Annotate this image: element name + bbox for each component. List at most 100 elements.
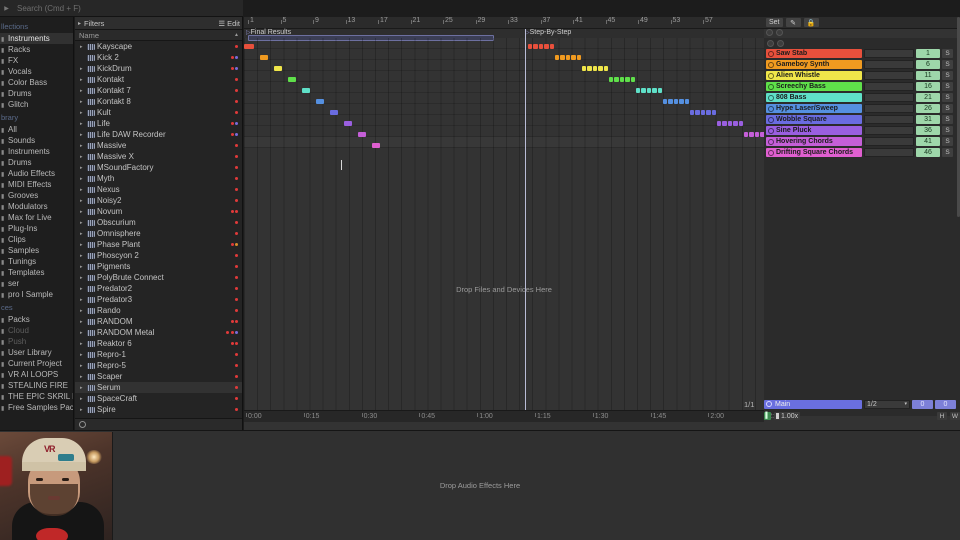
midi-clip[interactable] <box>701 110 705 115</box>
track-device-slot[interactable] <box>864 82 914 91</box>
solo-button[interactable]: S <box>942 115 953 124</box>
track-activator-icon[interactable] <box>768 62 774 68</box>
library-item-instruments[interactable]: ▮Instruments <box>0 146 73 157</box>
library-item-drums[interactable]: ▮Drums <box>0 157 73 168</box>
midi-clip[interactable] <box>330 110 338 115</box>
track-header-row[interactable]: Wobble Square31S <box>764 114 960 125</box>
device-row[interactable]: ▸Repro-5 <box>75 360 242 371</box>
midi-clip[interactable] <box>733 121 737 126</box>
device-row[interactable]: ▸Massive X <box>75 151 242 162</box>
device-row[interactable]: ▸Kayscape <box>75 41 242 52</box>
track-lane[interactable] <box>244 49 764 60</box>
track-name-field[interactable]: Hovering Chords <box>766 137 862 146</box>
device-row[interactable]: ▸Kontakt 7 <box>75 85 242 96</box>
collection-item-racks[interactable]: ▮Racks <box>0 44 73 55</box>
midi-clip[interactable] <box>625 77 629 82</box>
midi-clip[interactable] <box>539 44 543 49</box>
expand-arrow-icon[interactable]: ▸ <box>80 330 85 336</box>
device-row[interactable]: ▸RANDOM <box>75 316 242 327</box>
midi-clip[interactable] <box>641 88 645 93</box>
device-row[interactable]: ▸Massive <box>75 140 242 151</box>
expand-arrow-icon[interactable]: ▸ <box>80 154 85 160</box>
track-value[interactable]: 36 <box>916 126 940 135</box>
sort-ascending-icon[interactable]: ▲ <box>234 32 239 38</box>
midi-clip[interactable] <box>685 99 689 104</box>
device-row[interactable]: ▸RANDOM Metal <box>75 327 242 338</box>
track-name-field[interactable]: Screechy Bass <box>766 82 862 91</box>
places-list[interactable]: ▮Packs▮Cloud▮Push▮User Library▮Current P… <box>0 314 73 413</box>
expand-arrow-icon[interactable]: ▸ <box>80 231 85 237</box>
w-button[interactable]: W <box>950 412 960 420</box>
chevron-down-icon[interactable]: ▾ <box>904 401 907 407</box>
midi-clip[interactable] <box>636 88 640 93</box>
solo-button[interactable]: S <box>942 60 953 69</box>
expand-arrow-icon[interactable]: ▸ <box>80 407 85 413</box>
expand-arrow-icon[interactable]: ▸ <box>80 198 85 204</box>
midi-clip[interactable] <box>722 121 726 126</box>
place-item-stealing-fire[interactable]: ▮STEALING FIRE <box>0 380 73 391</box>
track-name-field[interactable]: 808 Bass <box>766 93 862 102</box>
midi-clip[interactable] <box>658 88 662 93</box>
track-value[interactable]: 21 <box>916 93 940 102</box>
collection-item-drums[interactable]: ▮Drums <box>0 88 73 99</box>
midi-clip[interactable] <box>749 132 753 137</box>
midi-clip[interactable] <box>550 44 554 49</box>
track-lane[interactable] <box>244 82 764 93</box>
main-track-header[interactable]: Main <box>764 400 862 409</box>
device-row[interactable]: ▸Rando <box>75 305 242 316</box>
midi-clip[interactable] <box>533 44 537 49</box>
midi-clip[interactable] <box>598 66 602 71</box>
expand-arrow-icon[interactable]: ▸ <box>80 308 85 314</box>
device-row[interactable]: ▸Life <box>75 118 242 129</box>
midi-clip[interactable] <box>560 55 564 60</box>
midi-clip[interactable] <box>620 77 624 82</box>
track-activator-icon[interactable] <box>768 128 774 134</box>
track-header-row[interactable]: Gameboy Synth6S <box>764 59 960 70</box>
collapse-all-icon[interactable] <box>766 29 773 36</box>
expand-arrow-icon[interactable]: ▸ <box>80 352 85 358</box>
filters-bar[interactable]: ▸ Filters ☰ Edit <box>75 17 242 30</box>
solo-button[interactable]: S <box>942 93 953 102</box>
track-device-slot[interactable] <box>864 104 914 113</box>
library-item-grooves[interactable]: ▮Grooves <box>0 190 73 201</box>
track-header-row[interactable]: Hype Laser/Sweep26S <box>764 103 960 114</box>
device-row[interactable]: ▸Obscurium <box>75 217 242 228</box>
device-row[interactable]: ▸MSoundFactory <box>75 162 242 173</box>
device-row[interactable]: Kick 2 <box>75 52 242 63</box>
midi-clip[interactable] <box>604 66 608 71</box>
track-device-slot[interactable] <box>864 49 914 58</box>
locator-marker[interactable]: ▷ Step-By-Step <box>525 29 571 36</box>
track-device-slot[interactable] <box>864 137 914 146</box>
expand-arrow-icon[interactable]: ▸ <box>80 77 85 83</box>
library-item-pro-l-sample[interactable]: ▮pro l Sample <box>0 289 73 300</box>
expand-arrow-icon[interactable]: ▸ <box>80 132 85 138</box>
collection-item-vocals[interactable]: ▮Vocals <box>0 66 73 77</box>
device-row[interactable]: ▸PolyBrute Connect <box>75 272 242 283</box>
track-name-field[interactable]: Wobble Square <box>766 115 862 124</box>
solo-button[interactable]: S <box>942 82 953 91</box>
expand-arrow-icon[interactable]: ▸ <box>80 286 85 292</box>
device-row[interactable]: ▸Phase Plant <box>75 239 242 250</box>
midi-clip[interactable] <box>755 132 759 137</box>
midi-clip[interactable] <box>260 55 268 60</box>
track-activator-icon[interactable] <box>768 106 774 112</box>
track-lane[interactable] <box>244 60 764 71</box>
track-value[interactable]: 41 <box>916 137 940 146</box>
collection-item-color-bass[interactable]: ▮Color Bass <box>0 77 73 88</box>
locator-lane[interactable]: ▷ Final Results ▷ Step-By-Step <box>244 29 764 38</box>
device-row[interactable]: ▸Predator3 <box>75 294 242 305</box>
midi-clip[interactable] <box>674 99 678 104</box>
midi-clip[interactable] <box>631 77 635 82</box>
midi-clip[interactable] <box>668 99 672 104</box>
mixer-header-buttons[interactable] <box>764 38 960 48</box>
expand-arrow-icon[interactable]: ▸ <box>80 165 85 171</box>
track-activator-icon[interactable] <box>768 73 774 79</box>
track-activator-icon[interactable] <box>768 95 774 101</box>
track-headers[interactable]: Saw Stab1SGameboy Synth6SAlien Whistle11… <box>764 38 960 416</box>
track-header-row[interactable]: Hovering Chords41S <box>764 136 960 147</box>
expand-arrow-icon[interactable]: ▸ <box>80 385 85 391</box>
track-lane[interactable] <box>244 38 764 49</box>
locator-marker[interactable]: ▷ Final Results <box>246 29 291 36</box>
expand-arrow-icon[interactable]: ▸ <box>80 44 85 50</box>
midi-clip[interactable] <box>316 99 324 104</box>
